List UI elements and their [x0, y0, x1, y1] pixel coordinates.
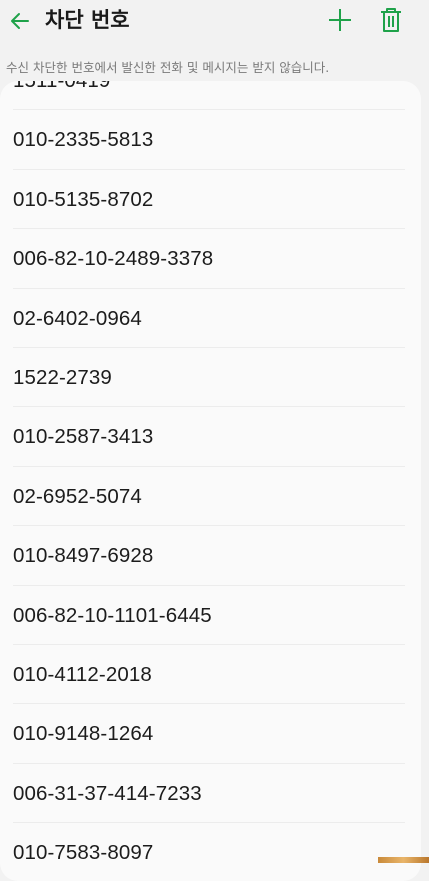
back-button[interactable]	[6, 7, 34, 35]
list-item[interactable]: 010-4112-2018	[0, 645, 421, 705]
delete-button[interactable]	[377, 6, 405, 34]
phone-number: 010-2587-3413	[13, 425, 154, 449]
phone-number: 1522-2739	[13, 365, 112, 389]
phone-number: 006-82-10-2489-3378	[13, 247, 214, 271]
list-item[interactable]: 1522-2739	[0, 348, 421, 408]
info-text: 수신 차단한 번호에서 발신한 전화 및 메시지는 받지 않습니다.	[6, 60, 330, 75]
phone-number: 006-82-10-1101-6445	[13, 603, 212, 627]
list-item[interactable]: 1511-0419	[0, 81, 421, 111]
phone-number: 010-4112-2018	[13, 662, 152, 686]
list-item[interactable]: 006-31-37-414-7233	[0, 764, 421, 824]
list-item[interactable]: 010-9148-1264	[0, 704, 421, 764]
app-header: 차단 번호	[0, 0, 429, 44]
blocked-number-list: 1511-0419 010-2335-5813 010-5135-8702 00…	[0, 81, 421, 881]
list-item[interactable]: 006-82-10-1101-6445	[0, 586, 421, 645]
plus-icon	[329, 9, 351, 31]
phone-number: 010-9148-1264	[13, 722, 154, 746]
blocked-number-list-card[interactable]: 1511-0419 010-2335-5813 010-5135-8702 00…	[0, 81, 421, 881]
phone-number: 010-8497-6928	[13, 544, 154, 568]
arrow-left-icon	[11, 13, 29, 29]
list-item[interactable]: 006-82-10-2489-3378	[0, 229, 421, 289]
page-title: 차단 번호	[45, 8, 130, 32]
phone-number: 010-5135-8702	[13, 187, 154, 211]
phone-number: 02-6952-5074	[13, 484, 142, 508]
list-item[interactable]: 010-7583-8097	[0, 823, 421, 881]
phone-number: 02-6402-0964	[13, 306, 142, 330]
add-number-button[interactable]	[326, 6, 354, 34]
list-item[interactable]: 02-6402-0964	[0, 289, 421, 348]
list-item[interactable]: 02-6952-5074	[0, 467, 421, 527]
list-item[interactable]: 010-2335-5813	[0, 110, 421, 170]
phone-number: 010-7583-8097	[13, 841, 154, 865]
trash-icon	[381, 8, 401, 32]
phone-number: 006-31-37-414-7233	[13, 781, 202, 805]
list-item[interactable]: 010-8497-6928	[0, 526, 421, 586]
list-item[interactable]: 010-2587-3413	[0, 407, 421, 467]
phone-number: 1511-0419	[13, 81, 110, 110]
floating-thumbnail	[378, 857, 429, 863]
phone-number: 010-2335-5813	[13, 128, 154, 152]
list-item[interactable]: 010-5135-8702	[0, 170, 421, 230]
